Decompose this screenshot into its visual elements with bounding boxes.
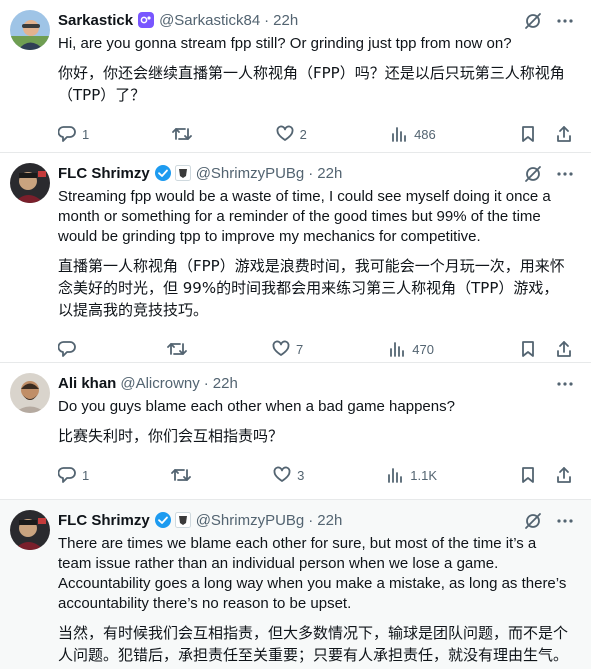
avatar[interactable] — [10, 163, 50, 203]
bookmark-button[interactable] — [519, 466, 537, 484]
like-button[interactable]: 7 — [272, 340, 303, 358]
timestamp[interactable]: 22h — [317, 512, 342, 529]
verified-icon — [154, 511, 172, 529]
tweet-translation: 比赛失利时，你们会互相指责吗？ — [58, 427, 284, 445]
handle[interactable]: @Alicrowny — [120, 375, 199, 392]
tweet-translation: 当然，有时候我们会互相指责，但大多数情况下，输球是团队问题，而不是个人问题。犯错… — [58, 624, 569, 664]
views-button[interactable]: 1.1K — [386, 466, 437, 484]
separator-dot: · — [264, 11, 270, 29]
tweet-actions: 1 2 486 — [58, 112, 577, 156]
retweet-icon — [171, 469, 192, 481]
share-icon — [557, 341, 571, 357]
bookmark-button[interactable] — [519, 340, 537, 358]
handle[interactable]: @ShrimzyPUBg — [196, 512, 305, 529]
view-count: 486 — [414, 126, 436, 142]
affiliate-badge-icon[interactable] — [174, 165, 191, 181]
bookmark-icon — [522, 467, 534, 483]
retweet-icon — [172, 128, 193, 140]
view-count: 1.1K — [410, 467, 438, 483]
reply-count: 1 — [82, 126, 90, 142]
tweet-alikhan[interactable]: Ali khan @Alicrowny · 22h Do you guys bl… — [0, 363, 591, 500]
avatar[interactable] — [10, 373, 50, 413]
separator-dot: · — [203, 374, 209, 392]
tweet-actions: 1 3 1.1K — [58, 453, 577, 497]
like-count: 7 — [296, 341, 304, 357]
bookmark-icon — [522, 126, 534, 142]
tweet-sarkastick[interactable]: Sarkastick @Sarkastick84 · 22h Hi, are y… — [0, 0, 591, 153]
more-icon[interactable] — [555, 374, 575, 399]
share-button[interactable] — [555, 125, 573, 143]
views-icon — [392, 127, 406, 142]
reply-button[interactable]: 1 — [58, 125, 89, 143]
tweet-text: Hi, are you gonna stream fpp still? Or g… — [58, 35, 512, 52]
separator-dot: · — [308, 511, 314, 529]
more-icon[interactable] — [555, 164, 575, 189]
affiliate-badge-icon[interactable] — [174, 512, 191, 528]
grok-icon[interactable] — [523, 164, 543, 189]
tweet-shrimzy-2[interactable]: FLC Shrimzy @ShrimzyPUBg · 22h There are… — [0, 500, 591, 669]
views-button[interactable]: 470 — [388, 340, 434, 358]
display-name[interactable]: Sarkastick — [58, 12, 133, 29]
grok-icon[interactable] — [523, 511, 543, 536]
like-button[interactable]: 3 — [273, 466, 304, 484]
tweet-shrimzy-1[interactable]: FLC Shrimzy @ShrimzyPUBg · 22h Streaming… — [0, 153, 591, 363]
share-icon — [557, 126, 571, 142]
verified-icon — [154, 164, 172, 182]
separator-dot: · — [308, 164, 314, 182]
avatar[interactable] — [10, 10, 50, 50]
tweet-text: Streaming fpp would be a waste of time, … — [58, 188, 551, 245]
bookmark-button[interactable] — [519, 125, 537, 143]
tweet-translation: 直播第一人称视角（FPP）游戏是浪费时间，我可能会一个月玩一次，用来怀念美好的时… — [58, 257, 565, 319]
more-icon[interactable] — [555, 11, 575, 36]
like-icon — [272, 340, 290, 356]
subscriber-badge-icon — [137, 11, 155, 29]
views-icon — [388, 468, 403, 483]
retweet-button[interactable] — [172, 125, 193, 143]
share-icon — [557, 467, 571, 483]
view-count: 470 — [412, 341, 434, 357]
reply-button[interactable]: 1 — [58, 466, 89, 484]
like-icon — [273, 466, 291, 482]
tweet-text: Do you guys blame each other when a bad … — [58, 398, 455, 415]
grok-icon[interactable] — [523, 11, 543, 36]
reply-button[interactable] — [58, 340, 82, 358]
more-icon[interactable] — [555, 511, 575, 536]
display-name[interactable]: Ali khan — [58, 375, 116, 392]
bookmark-icon — [522, 341, 534, 357]
views-button[interactable]: 486 — [390, 125, 436, 143]
like-icon — [276, 125, 294, 141]
share-button[interactable] — [555, 340, 573, 358]
display-name[interactable]: FLC Shrimzy — [58, 165, 150, 182]
reply-icon — [58, 467, 76, 483]
reply-icon — [58, 341, 76, 357]
views-icon — [390, 342, 405, 357]
timestamp[interactable]: 22h — [317, 165, 342, 182]
handle[interactable]: @ShrimzyPUBg — [196, 165, 305, 182]
like-button[interactable]: 2 — [276, 125, 307, 143]
retweet-button[interactable] — [167, 340, 187, 358]
reply-count: 1 — [82, 467, 90, 483]
display-name[interactable]: FLC Shrimzy — [58, 512, 150, 529]
retweet-button[interactable] — [171, 466, 192, 484]
tweet-text: There are times we blame each other for … — [58, 535, 567, 612]
share-button[interactable] — [555, 466, 573, 484]
tweet-translation: 你好，你还会继续直播第一人称视角（FPP）吗？还是以后只玩第三人称视角（TPP）… — [58, 64, 565, 104]
timestamp[interactable]: 22h — [213, 375, 238, 392]
timestamp[interactable]: 22h — [273, 12, 298, 29]
reply-icon — [58, 126, 76, 142]
avatar[interactable] — [10, 510, 50, 550]
like-count: 3 — [297, 467, 305, 483]
handle[interactable]: @Sarkastick84 — [159, 12, 260, 29]
like-count: 2 — [299, 126, 307, 142]
retweet-icon — [167, 343, 187, 355]
